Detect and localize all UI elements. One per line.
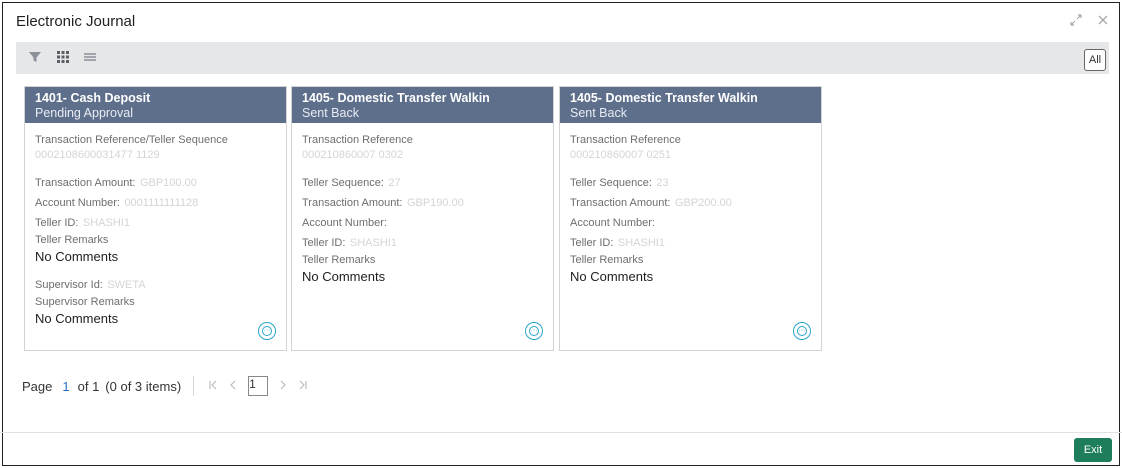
- page-label: Page: [22, 378, 53, 394]
- card-status: Sent Back: [570, 106, 627, 120]
- teller-remarks-label: Teller Remarks: [35, 234, 109, 246]
- pagination: Page 1 of 1 (0 of 3 items) 1: [22, 373, 308, 399]
- pager-divider: [193, 376, 195, 396]
- supervisor-id-label: Supervisor Id:: [35, 279, 103, 291]
- items-count: (0 of 3 items): [105, 378, 182, 394]
- card-title: 1405- Domestic Transfer Walkin: [302, 91, 490, 105]
- field-value: 27: [388, 177, 401, 189]
- card-title: 1401- Cash Deposit: [35, 91, 151, 105]
- window-title: Electronic Journal: [16, 13, 136, 30]
- field-label: Teller Sequence:: [302, 177, 384, 189]
- field-label: Teller ID:: [302, 237, 346, 249]
- more-options-button[interactable]: ···: [525, 322, 543, 340]
- field-value: 0002108600031477 1129: [35, 149, 160, 161]
- card-status: Sent Back: [302, 106, 359, 120]
- more-icon: ···: [262, 326, 272, 336]
- teller-remarks-label: Teller Remarks: [302, 254, 376, 266]
- field-label: Teller ID:: [35, 217, 79, 229]
- field-label: Teller Sequence:: [570, 177, 652, 189]
- supervisor-remarks: No Comments: [35, 311, 119, 326]
- all-button[interactable]: All: [1084, 49, 1106, 71]
- journal-card[interactable]: 1401- Cash Deposit Pending Approval Tran…: [24, 86, 287, 351]
- more-icon: ···: [529, 326, 539, 336]
- card-body: Transaction Reference 000210860007 0302 …: [292, 123, 553, 285]
- field-label: Teller ID:: [570, 237, 614, 249]
- more-options-button[interactable]: ···: [793, 322, 811, 340]
- current-page-number[interactable]: 1: [62, 379, 69, 394]
- field-label: Transaction Reference: [570, 134, 681, 146]
- field-label: Transaction Reference: [302, 134, 413, 146]
- field-value: 000210860007 0251: [570, 149, 671, 161]
- filter-icon[interactable]: [28, 50, 44, 66]
- card-header: 1405- Domestic Transfer Walkin Sent Back: [292, 87, 553, 123]
- window-controls: [1069, 13, 1109, 30]
- field-label: Account Number:: [570, 217, 655, 229]
- last-page-icon[interactable]: [298, 379, 308, 393]
- card-status: Pending Approval: [35, 106, 133, 120]
- field-value: SHASHI1: [82, 217, 130, 229]
- field-label: Account Number:: [35, 197, 120, 209]
- field-label: Transaction Reference/Teller Sequence: [35, 134, 228, 146]
- card-header: 1401- Cash Deposit Pending Approval: [25, 87, 286, 123]
- minimize-icon[interactable]: [1069, 13, 1083, 30]
- field-value: 000210860007 0302: [302, 149, 403, 161]
- page-total: of 1: [77, 378, 100, 394]
- field-value: SHASHI1: [349, 237, 397, 249]
- more-options-button[interactable]: ···: [258, 322, 276, 340]
- more-icon: ···: [797, 326, 807, 336]
- teller-remarks: No Comments: [570, 269, 654, 284]
- page-button[interactable]: 1: [248, 376, 269, 396]
- field-label: Transaction Amount:: [35, 177, 136, 189]
- teller-remarks: No Comments: [35, 249, 119, 264]
- field-value: GBP190.00: [406, 197, 464, 209]
- list-view-icon[interactable]: [83, 50, 99, 66]
- close-icon[interactable]: [1097, 13, 1109, 30]
- teller-remarks: No Comments: [302, 269, 386, 284]
- footer-divider: [0, 432, 1122, 433]
- card-body: Transaction Reference/Teller Sequence 00…: [25, 123, 286, 327]
- card-header: 1405- Domestic Transfer Walkin Sent Back: [560, 87, 821, 123]
- toolbar: All: [16, 42, 1109, 74]
- card-body: Transaction Reference 000210860007 0251 …: [560, 123, 821, 285]
- next-page-icon[interactable]: [278, 379, 288, 393]
- supervisor-id: SWETA: [107, 279, 146, 291]
- field-label: Transaction Amount:: [302, 197, 403, 209]
- title-bar: Electronic Journal: [3, 3, 1119, 41]
- supervisor-remarks-label: Supervisor Remarks: [35, 296, 135, 308]
- journal-card[interactable]: 1405- Domestic Transfer Walkin Sent Back…: [559, 86, 822, 351]
- exit-button[interactable]: Exit: [1074, 438, 1112, 462]
- field-value: 23: [656, 177, 669, 189]
- field-label: Transaction Amount:: [570, 197, 671, 209]
- field-value: GBP200.00: [674, 197, 732, 209]
- first-page-icon[interactable]: [208, 379, 218, 393]
- grid-view-icon[interactable]: [56, 50, 72, 66]
- teller-remarks-label: Teller Remarks: [570, 254, 644, 266]
- field-value: GBP100.00: [139, 177, 197, 189]
- prev-page-icon[interactable]: [228, 379, 238, 393]
- field-value: 0001111111128: [124, 197, 199, 209]
- field-label: Account Number:: [302, 217, 387, 229]
- card-title: 1405- Domestic Transfer Walkin: [570, 91, 758, 105]
- journal-card[interactable]: 1405- Domestic Transfer Walkin Sent Back…: [291, 86, 554, 351]
- field-value: SHASHI1: [617, 237, 665, 249]
